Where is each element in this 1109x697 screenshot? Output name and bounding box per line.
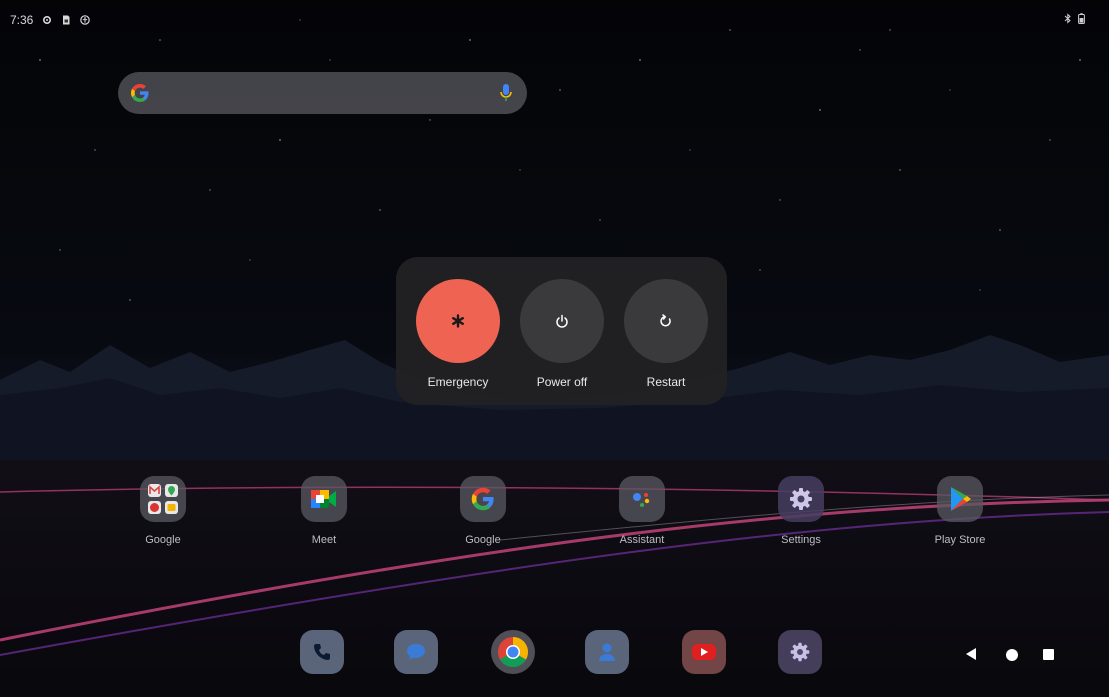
google-icon[interactable] bbox=[460, 476, 506, 522]
power-menu-dialog: Emergency Power off Restart bbox=[396, 257, 727, 405]
sim-card-icon bbox=[63, 15, 70, 25]
settings-icon bbox=[43, 15, 52, 25]
meet-icon[interactable] bbox=[301, 476, 347, 522]
restart-circle[interactable] bbox=[624, 279, 708, 363]
power-off-label: Power off bbox=[536, 375, 588, 389]
back-icon[interactable] bbox=[966, 648, 976, 660]
app-assistant[interactable]: Assistant bbox=[592, 476, 692, 546]
emergency-label: Emergency bbox=[427, 375, 489, 389]
phone-icon[interactable] bbox=[300, 630, 344, 674]
status-bar: 7:36 bbox=[0, 0, 1109, 27]
emergency-circle[interactable] bbox=[416, 279, 500, 363]
status-time: 7:36 bbox=[10, 13, 34, 27]
app-google-folder[interactable]: Google bbox=[113, 476, 213, 546]
youtube-icon[interactable] bbox=[682, 630, 726, 674]
emergency-button[interactable]: Emergency bbox=[416, 279, 500, 389]
app-google[interactable]: Google bbox=[433, 476, 533, 546]
google-search-bar[interactable] bbox=[118, 72, 527, 114]
app-label: Play Store bbox=[934, 534, 986, 546]
play-store-icon[interactable] bbox=[937, 476, 983, 522]
settings-icon[interactable] bbox=[778, 476, 824, 522]
settings-icon[interactable] bbox=[778, 630, 822, 674]
restart-label: Restart bbox=[646, 375, 686, 389]
app-meet[interactable]: Meet bbox=[274, 476, 374, 546]
app-label: Meet bbox=[311, 534, 337, 546]
restart-icon bbox=[660, 314, 671, 327]
app-label: Assistant bbox=[619, 534, 665, 546]
google-g-icon bbox=[131, 84, 149, 102]
app-label: Google bbox=[145, 534, 181, 546]
app-label: Settings bbox=[781, 534, 821, 546]
recents-icon[interactable] bbox=[1043, 649, 1054, 660]
asterisk-icon bbox=[452, 314, 465, 328]
battery-icon bbox=[1078, 13, 1085, 24]
home-icon[interactable] bbox=[1006, 649, 1018, 661]
power-icon bbox=[556, 314, 568, 328]
power-off-button[interactable]: Power off bbox=[520, 279, 604, 389]
messages-icon[interactable] bbox=[394, 630, 438, 674]
restart-button[interactable]: Restart bbox=[624, 279, 708, 389]
power-off-circle[interactable] bbox=[520, 279, 604, 363]
assistant-icon[interactable] bbox=[619, 476, 665, 522]
chrome-icon[interactable] bbox=[491, 630, 535, 674]
google-folder-icon[interactable] bbox=[140, 476, 186, 522]
bluetooth-icon bbox=[1064, 13, 1071, 24]
app-play-store[interactable]: Play Store bbox=[910, 476, 1010, 546]
accessibility-icon bbox=[80, 15, 91, 25]
mic-icon[interactable] bbox=[499, 82, 513, 104]
app-label: Google bbox=[465, 534, 501, 546]
contacts-icon[interactable] bbox=[585, 630, 629, 674]
app-settings[interactable]: Settings bbox=[751, 476, 851, 546]
